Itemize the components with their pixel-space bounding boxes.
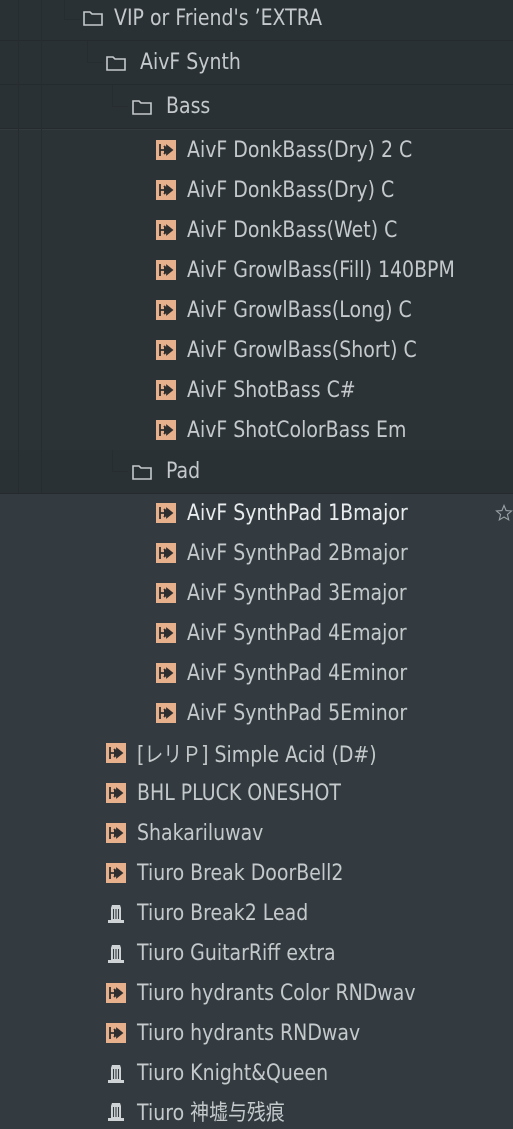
plugin-preset-icon [105, 1062, 127, 1084]
bass-item-label: AivF DonkBass(Dry) C [187, 177, 395, 203]
list-item[interactable]: Tiuro hydrants RNDwav [0, 1013, 513, 1053]
tree-guide-line [41, 0, 42, 493]
folder-row-vip[interactable]: VIP or Friend's ’EXTRA [0, 0, 513, 41]
sample-icon [155, 259, 177, 281]
folder-label: Bass [166, 94, 211, 119]
plugin-preset-icon [105, 942, 127, 964]
sample-icon [155, 139, 177, 161]
root-item-label: [レリＰ] Simple Acid (D#) [137, 743, 377, 768]
root-item-label: BHL PLUCK ONESHOT [137, 780, 341, 806]
pad-item-label: AivF SynthPad 2Bmajor [187, 540, 408, 566]
sample-icon [155, 502, 177, 524]
list-item[interactable]: AivF DonkBass(Wet) C [0, 210, 513, 250]
folder-row-pad[interactable]: Pad [0, 450, 513, 494]
sample-icon [155, 542, 177, 564]
sample-icon [155, 582, 177, 604]
list-item[interactable]: BHL PLUCK ONESHOT [0, 773, 513, 813]
list-item[interactable]: Shakariluwav [0, 813, 513, 853]
plugin-preset-icon [105, 1100, 127, 1122]
bass-item-label: AivF GrowlBass(Long) C [187, 297, 412, 323]
sample-icon [155, 339, 177, 361]
list-item[interactable]: AivF GrowlBass(Long) C [0, 290, 513, 330]
folder-icon [131, 96, 153, 118]
sample-icon [105, 1022, 127, 1044]
star-icon[interactable] [495, 504, 513, 522]
pad-item-label: AivF SynthPad 4Emajor [187, 620, 407, 646]
sample-icon [105, 822, 127, 844]
root-item-label: Tiuro 神墟与残痕 [137, 1101, 285, 1126]
folder-icon [82, 7, 104, 29]
sample-icon [155, 179, 177, 201]
bass-item-label: AivF ShotBass C# [187, 377, 356, 403]
bass-item-label: AivF DonkBass(Wet) C [187, 217, 398, 243]
root-item-label: Tiuro Break DoorBell2 [137, 860, 344, 886]
list-item[interactable]: AivF SynthPad 3Emajor [0, 573, 513, 613]
root-item-label: Tiuro hydrants Color RNDwav [137, 980, 416, 1006]
folder-icon [131, 461, 153, 483]
bass-item-label: AivF GrowlBass(Fill) 140BPM [187, 257, 455, 283]
root-item-label: Tiuro GuitarRiff extra [137, 940, 336, 966]
pad-item-label: AivF SynthPad 3Emajor [187, 580, 407, 606]
root-item-label: Tiuro hydrants RNDwav [137, 1020, 361, 1046]
sample-icon [155, 379, 177, 401]
folder-row-aivf-synth[interactable]: AivF Synth [0, 41, 513, 85]
pad-item-label: AivF SynthPad 4Eminor [187, 660, 408, 686]
folder-label: AivF Synth [140, 50, 241, 75]
sample-icon [155, 662, 177, 684]
folder-label: VIP or Friend's ’EXTRA [114, 5, 323, 31]
sample-icon [155, 419, 177, 441]
sample-icon [155, 299, 177, 321]
sample-icon [155, 702, 177, 724]
list-item[interactable]: AivF GrowlBass(Short) C [0, 330, 513, 370]
sample-icon [105, 742, 127, 764]
sample-icon [155, 622, 177, 644]
tree-guide-line [18, 0, 19, 493]
list-item[interactable]: AivF SynthPad 2Bmajor [0, 533, 513, 573]
list-item[interactable]: Tiuro GuitarRiff extra [0, 933, 513, 973]
list-item[interactable]: AivF SynthPad 1Bmajor [0, 493, 513, 533]
pad-item-label: AivF SynthPad 1Bmajor [187, 500, 408, 526]
list-item[interactable]: AivF DonkBass(Dry) C [0, 170, 513, 210]
list-item[interactable]: Tiuro Break2 Lead [0, 893, 513, 933]
list-item[interactable]: [レリＰ] Simple Acid (D#) [0, 733, 513, 773]
list-item[interactable]: Tiuro 神墟与残痕 [0, 1093, 513, 1129]
list-item[interactable]: AivF SynthPad 5Eminor [0, 693, 513, 733]
sample-icon [105, 982, 127, 1004]
root-item-label: Shakariluwav [137, 820, 264, 846]
browser-tree: VIP or Friend's ’EXTRA AivF Synth Bass A… [0, 0, 513, 1129]
bass-item-label: AivF DonkBass(Dry) 2 C [187, 137, 413, 163]
bass-item-label: AivF ShotColorBass Em [187, 417, 407, 443]
root-item-label: Tiuro Knight&Queen [137, 1060, 329, 1086]
bass-item-label: AivF GrowlBass(Short) C [187, 337, 417, 363]
folder-row-bass[interactable]: Bass [0, 85, 513, 129]
list-item[interactable]: AivF SynthPad 4Emajor [0, 613, 513, 653]
pad-item-label: AivF SynthPad 5Eminor [187, 700, 408, 726]
list-item[interactable]: AivF ShotColorBass Em [0, 410, 513, 450]
root-item-label: Tiuro Break2 Lead [137, 900, 309, 926]
sample-icon [105, 782, 127, 804]
list-item[interactable]: Tiuro Break DoorBell2 [0, 853, 513, 893]
list-item[interactable]: AivF ShotBass C# [0, 370, 513, 410]
plugin-preset-icon [105, 902, 127, 924]
sample-icon [105, 862, 127, 884]
folder-label: Pad [166, 459, 201, 484]
list-item[interactable]: AivF SynthPad 4Eminor [0, 653, 513, 693]
sample-icon [155, 219, 177, 241]
list-item[interactable]: AivF DonkBass(Dry) 2 C [0, 130, 513, 170]
list-item[interactable]: AivF GrowlBass(Fill) 140BPM [0, 250, 513, 290]
list-item[interactable]: Tiuro Knight&Queen [0, 1053, 513, 1093]
folder-icon [105, 52, 127, 74]
list-item[interactable]: Tiuro hydrants Color RNDwav [0, 973, 513, 1013]
